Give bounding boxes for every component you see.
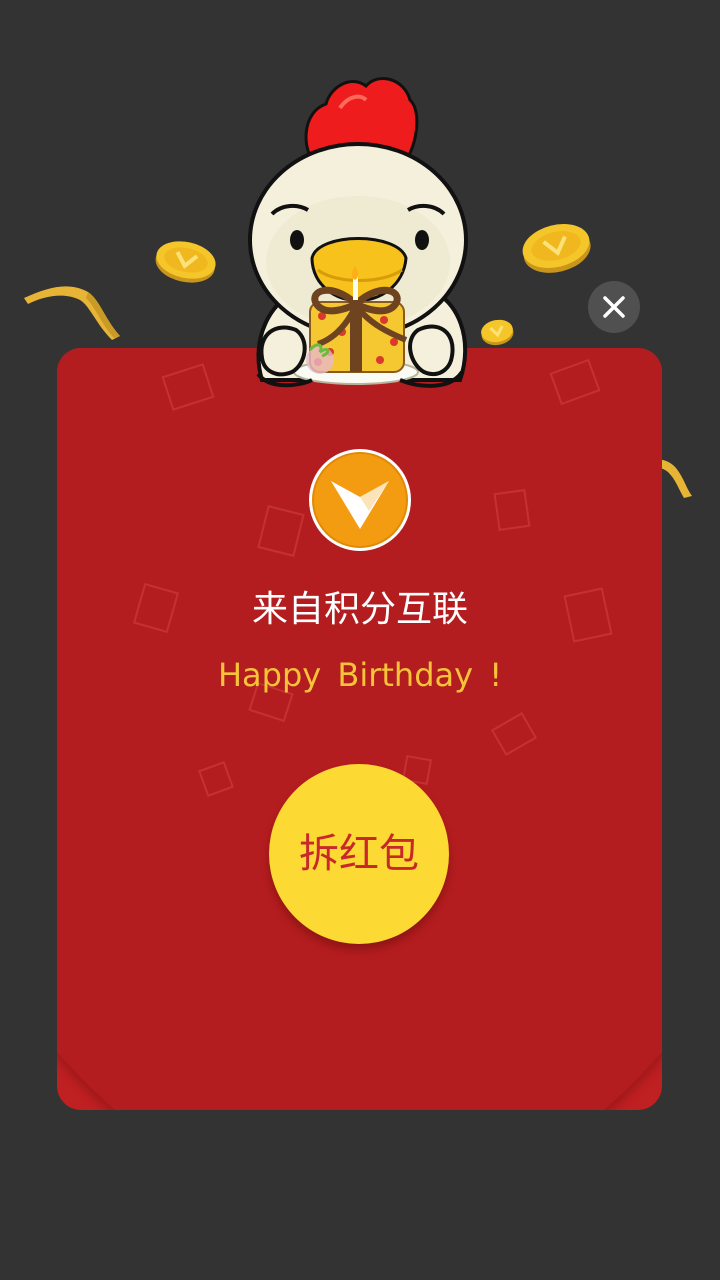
sender-text: 来自积分互联	[251, 589, 468, 630]
chick-head	[248, 142, 468, 338]
coin-right-icon	[522, 224, 591, 273]
ribbon-left-icon	[24, 286, 120, 340]
greeting-text: Happy Birthday !	[217, 656, 503, 694]
close-button[interactable]	[588, 281, 640, 333]
close-icon	[603, 296, 625, 318]
v-logo-icon	[309, 449, 411, 551]
coin-left-icon	[155, 241, 216, 283]
coin-small-icon	[481, 319, 514, 346]
open-red-packet-button[interactable]: 拆红包	[269, 764, 449, 944]
open-button-label: 拆红包	[299, 831, 419, 877]
comb-icon	[304, 77, 419, 170]
red-packet-screen: 来自积分互联 Happy Birthday ! 拆红包	[0, 0, 720, 1280]
